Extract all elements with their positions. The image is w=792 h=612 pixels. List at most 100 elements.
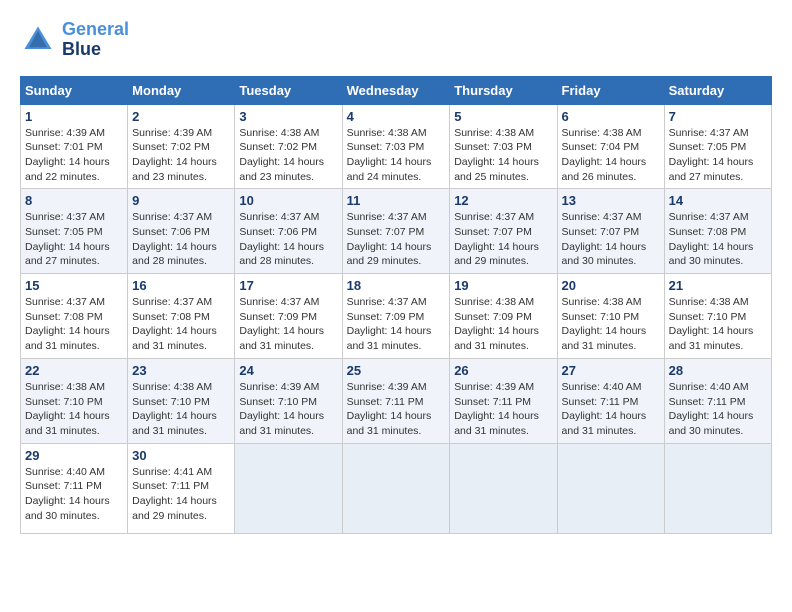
weekday-header-thursday: Thursday: [450, 76, 557, 104]
day-number: 21: [669, 278, 767, 293]
calendar-week-4: 22 Sunrise: 4:38 AM Sunset: 7:10 PM Dayli…: [21, 358, 772, 443]
weekday-header-friday: Friday: [557, 76, 664, 104]
day-info: Sunrise: 4:37 AM Sunset: 7:05 PM Dayligh…: [669, 126, 767, 185]
calendar-table: SundayMondayTuesdayWednesdayThursdayFrid…: [20, 76, 772, 534]
day-number: 29: [25, 448, 123, 463]
day-info: Sunrise: 4:38 AM Sunset: 7:09 PM Dayligh…: [454, 295, 552, 354]
logo-text: General Blue: [62, 20, 129, 60]
day-info: Sunrise: 4:41 AM Sunset: 7:11 PM Dayligh…: [132, 465, 230, 524]
day-number: 28: [669, 363, 767, 378]
day-info: Sunrise: 4:39 AM Sunset: 7:11 PM Dayligh…: [454, 380, 552, 439]
calendar-cell: 4 Sunrise: 4:38 AM Sunset: 7:03 PM Daylig…: [342, 104, 450, 189]
calendar-cell: 7 Sunrise: 4:37 AM Sunset: 7:05 PM Daylig…: [664, 104, 771, 189]
day-info: Sunrise: 4:37 AM Sunset: 7:08 PM Dayligh…: [25, 295, 123, 354]
day-number: 22: [25, 363, 123, 378]
day-number: 12: [454, 193, 552, 208]
weekday-header-monday: Monday: [128, 76, 235, 104]
calendar-week-5: 29Sunrise: 4:40 AM Sunset: 7:11 PM Dayli…: [21, 443, 772, 533]
day-number: 14: [669, 193, 767, 208]
day-info: Sunrise: 4:40 AM Sunset: 7:11 PM Dayligh…: [562, 380, 660, 439]
day-number: 13: [562, 193, 660, 208]
day-number: 16: [132, 278, 230, 293]
day-number: 24: [239, 363, 337, 378]
day-number: 3: [239, 109, 337, 124]
day-info: Sunrise: 4:38 AM Sunset: 7:02 PM Dayligh…: [239, 126, 337, 185]
day-number: 23: [132, 363, 230, 378]
day-number: 4: [347, 109, 446, 124]
weekday-header-wednesday: Wednesday: [342, 76, 450, 104]
day-number: 27: [562, 363, 660, 378]
calendar-cell: [557, 443, 664, 533]
calendar-cell: 10 Sunrise: 4:37 AM Sunset: 7:06 PM Dayli…: [235, 189, 342, 274]
calendar-cell: 8Sunrise: 4:37 AM Sunset: 7:05 PM Daylig…: [21, 189, 128, 274]
weekday-header-tuesday: Tuesday: [235, 76, 342, 104]
day-info: Sunrise: 4:37 AM Sunset: 7:08 PM Dayligh…: [132, 295, 230, 354]
day-number: 7: [669, 109, 767, 124]
calendar-cell: 17Sunrise: 4:37 AM Sunset: 7:09 PM Dayli…: [235, 274, 342, 359]
calendar-cell: [235, 443, 342, 533]
day-info: Sunrise: 4:37 AM Sunset: 7:08 PM Dayligh…: [669, 210, 767, 269]
calendar-cell: 20 Sunrise: 4:38 AM Sunset: 7:10 PM Dayli…: [557, 274, 664, 359]
day-number: 5: [454, 109, 552, 124]
day-number: 30: [132, 448, 230, 463]
weekday-header-sunday: Sunday: [21, 76, 128, 104]
calendar-cell: 23 Sunrise: 4:38 AM Sunset: 7:10 PM Dayli…: [128, 358, 235, 443]
calendar-week-2: 8Sunrise: 4:37 AM Sunset: 7:05 PM Daylig…: [21, 189, 772, 274]
day-info: Sunrise: 4:38 AM Sunset: 7:10 PM Dayligh…: [669, 295, 767, 354]
calendar-cell: 12 Sunrise: 4:37 AM Sunset: 7:07 PM Dayli…: [450, 189, 557, 274]
calendar-cell: 30 Sunrise: 4:41 AM Sunset: 7:11 PM Dayli…: [128, 443, 235, 533]
weekday-header-saturday: Saturday: [664, 76, 771, 104]
calendar-cell: 24 Sunrise: 4:39 AM Sunset: 7:10 PM Dayli…: [235, 358, 342, 443]
calendar-cell: 22 Sunrise: 4:38 AM Sunset: 7:10 PM Dayli…: [21, 358, 128, 443]
calendar-cell: 25 Sunrise: 4:39 AM Sunset: 7:11 PM Dayli…: [342, 358, 450, 443]
day-info: Sunrise: 4:37 AM Sunset: 7:06 PM Dayligh…: [239, 210, 337, 269]
calendar-cell: [664, 443, 771, 533]
calendar-cell: 14 Sunrise: 4:37 AM Sunset: 7:08 PM Dayli…: [664, 189, 771, 274]
calendar-cell: 5 Sunrise: 4:38 AM Sunset: 7:03 PM Daylig…: [450, 104, 557, 189]
calendar-cell: 1Sunrise: 4:39 AM Sunset: 7:01 PM Daylig…: [21, 104, 128, 189]
calendar-week-3: 15 Sunrise: 4:37 AM Sunset: 7:08 PM Dayli…: [21, 274, 772, 359]
day-number: 2: [132, 109, 230, 124]
day-info: Sunrise: 4:38 AM Sunset: 7:03 PM Dayligh…: [454, 126, 552, 185]
day-number: 15: [25, 278, 123, 293]
day-info: Sunrise: 4:37 AM Sunset: 7:06 PM Dayligh…: [132, 210, 230, 269]
day-info: Sunrise: 4:37 AM Sunset: 7:05 PM Dayligh…: [25, 210, 123, 269]
day-info: Sunrise: 4:40 AM Sunset: 7:11 PM Dayligh…: [669, 380, 767, 439]
day-info: Sunrise: 4:37 AM Sunset: 7:07 PM Dayligh…: [562, 210, 660, 269]
calendar-cell: 27 Sunrise: 4:40 AM Sunset: 7:11 PM Dayli…: [557, 358, 664, 443]
day-number: 9: [132, 193, 230, 208]
day-number: 25: [347, 363, 446, 378]
day-info: Sunrise: 4:38 AM Sunset: 7:10 PM Dayligh…: [562, 295, 660, 354]
calendar-cell: 2Sunrise: 4:39 AM Sunset: 7:02 PM Daylig…: [128, 104, 235, 189]
calendar-cell: 21 Sunrise: 4:38 AM Sunset: 7:10 PM Dayli…: [664, 274, 771, 359]
calendar-cell: 18Sunrise: 4:37 AM Sunset: 7:09 PM Dayli…: [342, 274, 450, 359]
day-info: Sunrise: 4:38 AM Sunset: 7:03 PM Dayligh…: [347, 126, 446, 185]
day-number: 26: [454, 363, 552, 378]
calendar-cell: 9 Sunrise: 4:37 AM Sunset: 7:06 PM Daylig…: [128, 189, 235, 274]
calendar-cell: 15 Sunrise: 4:37 AM Sunset: 7:08 PM Dayli…: [21, 274, 128, 359]
calendar-cell: 3 Sunrise: 4:38 AM Sunset: 7:02 PM Daylig…: [235, 104, 342, 189]
calendar-cell: 11Sunrise: 4:37 AM Sunset: 7:07 PM Dayli…: [342, 189, 450, 274]
day-number: 6: [562, 109, 660, 124]
day-info: Sunrise: 4:38 AM Sunset: 7:10 PM Dayligh…: [25, 380, 123, 439]
calendar-cell: 13 Sunrise: 4:37 AM Sunset: 7:07 PM Dayli…: [557, 189, 664, 274]
page-header: General Blue: [20, 20, 772, 60]
day-number: 19: [454, 278, 552, 293]
day-info: Sunrise: 4:37 AM Sunset: 7:07 PM Dayligh…: [454, 210, 552, 269]
day-info: Sunrise: 4:37 AM Sunset: 7:09 PM Dayligh…: [347, 295, 446, 354]
day-number: 1: [25, 109, 123, 124]
calendar-cell: 28 Sunrise: 4:40 AM Sunset: 7:11 PM Dayli…: [664, 358, 771, 443]
day-info: Sunrise: 4:39 AM Sunset: 7:10 PM Dayligh…: [239, 380, 337, 439]
logo: General Blue: [20, 20, 129, 60]
day-info: Sunrise: 4:38 AM Sunset: 7:10 PM Dayligh…: [132, 380, 230, 439]
calendar-cell: 29Sunrise: 4:40 AM Sunset: 7:11 PM Dayli…: [21, 443, 128, 533]
day-info: Sunrise: 4:39 AM Sunset: 7:11 PM Dayligh…: [347, 380, 446, 439]
calendar-cell: [450, 443, 557, 533]
day-number: 20: [562, 278, 660, 293]
day-info: Sunrise: 4:37 AM Sunset: 7:09 PM Dayligh…: [239, 295, 337, 354]
calendar-cell: 19 Sunrise: 4:38 AM Sunset: 7:09 PM Dayli…: [450, 274, 557, 359]
calendar-cell: 6Sunrise: 4:38 AM Sunset: 7:04 PM Daylig…: [557, 104, 664, 189]
calendar-cell: 26 Sunrise: 4:39 AM Sunset: 7:11 PM Dayli…: [450, 358, 557, 443]
day-number: 11: [347, 193, 446, 208]
day-number: 10: [239, 193, 337, 208]
